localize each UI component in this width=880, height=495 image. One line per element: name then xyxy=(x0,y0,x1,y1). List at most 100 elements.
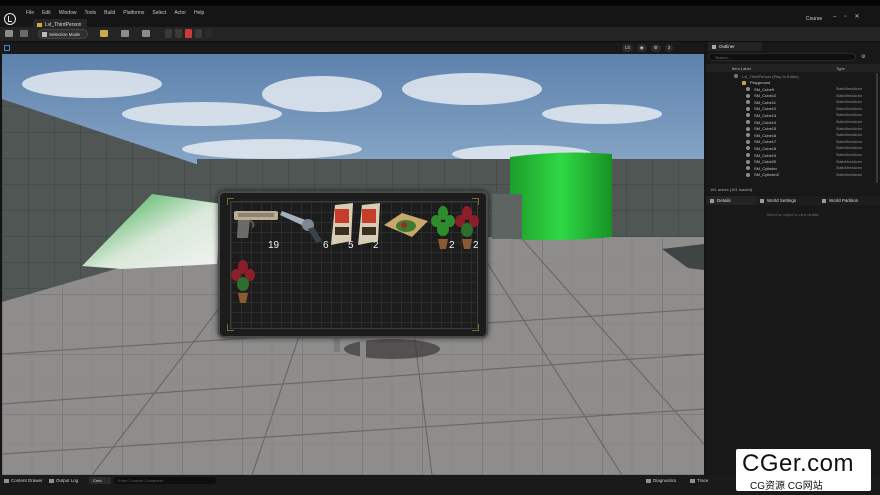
menu-select[interactable]: Select xyxy=(148,10,170,17)
content-icon[interactable] xyxy=(100,30,108,37)
selection-mode-button[interactable]: Selection Mode xyxy=(38,29,88,39)
outliner-row-type: StaticMeshActor xyxy=(836,166,863,171)
outliner-row[interactable]: SM_Cube15 StaticMeshActor xyxy=(706,126,880,132)
tab-world-settings-label: World Settings xyxy=(767,198,797,203)
outliner-folder-row[interactable]: Playground xyxy=(706,80,880,86)
outliner-scrollbar[interactable] xyxy=(876,73,878,183)
output-log-icon xyxy=(49,478,54,483)
menu-build[interactable]: Build xyxy=(100,10,119,17)
cmd-dropdown[interactable]: Cmd xyxy=(89,477,111,484)
selection-mode-label: Selection Mode xyxy=(49,31,81,37)
static-mesh-icon xyxy=(746,113,750,118)
ammo-count: 5 xyxy=(348,240,354,251)
tab-details-label: Details xyxy=(717,198,731,203)
red-plant-item[interactable] xyxy=(230,259,276,311)
outliner-row[interactable]: SM_Cube11 StaticMeshActor xyxy=(706,99,880,105)
inventory-panel: 19 6 5 2 2 2 xyxy=(218,191,488,338)
show-flags-button[interactable]: ◉ xyxy=(636,44,647,52)
camera-speed-button[interactable]: 3 xyxy=(664,44,674,52)
pause-button[interactable] xyxy=(165,29,172,38)
herb-bundle-item[interactable] xyxy=(382,211,428,263)
scalability-button[interactable]: ⚙ xyxy=(650,44,661,52)
more-button[interactable] xyxy=(205,29,212,38)
outliner-row[interactable]: SM_Cube9 StaticMeshActor xyxy=(706,86,880,92)
level-viewport[interactable]: 19 6 5 2 2 2 xyxy=(2,54,704,475)
outliner-row[interactable]: SM_Cube17 StaticMeshActor xyxy=(706,139,880,145)
menu-file[interactable]: File xyxy=(22,10,38,17)
view-mode-button[interactable]: Lit xyxy=(622,44,633,52)
outliner-tab-label: Outliner xyxy=(719,44,735,49)
diagnostics-button[interactable]: Diagnostics xyxy=(646,478,676,483)
outliner-row[interactable]: SM_Cube19 StaticMeshActor xyxy=(706,152,880,158)
character-shadow xyxy=(344,339,440,359)
red-plant-count: 2 xyxy=(473,240,479,251)
details-icon xyxy=(710,198,714,203)
static-mesh-icon xyxy=(746,146,750,151)
outliner-row-name: SM_Cube17 xyxy=(754,139,777,145)
tab-world-partition[interactable]: World Partition xyxy=(818,196,880,205)
save-icon[interactable] xyxy=(5,30,13,37)
tab-world-settings[interactable]: World Settings xyxy=(756,196,818,205)
outliner-row-name: SM_Cube12 xyxy=(754,106,777,112)
viewport-toolbar xyxy=(0,42,704,54)
revolver-item[interactable] xyxy=(278,207,324,259)
character-leg-left xyxy=(334,336,340,352)
content-drawer-label: Content Drawer xyxy=(11,478,43,483)
menu-actor[interactable]: Actor xyxy=(170,10,190,17)
menu-help[interactable]: Help xyxy=(190,10,208,17)
col-type[interactable]: Type xyxy=(836,66,845,71)
ammo-count: 2 xyxy=(373,240,379,251)
outliner-row[interactable]: SM_Cube12 StaticMeshActor xyxy=(706,106,880,112)
outliner-row[interactable]: SM_Cube14 StaticMeshActor xyxy=(706,119,880,125)
skip-button[interactable] xyxy=(175,29,182,38)
outliner-row[interactable]: SM_Cube10 StaticMeshActor xyxy=(706,93,880,99)
close-icon[interactable]: ✕ xyxy=(854,14,859,21)
outliner-row-name: SM_Cube20 xyxy=(754,159,777,165)
folder-icon xyxy=(742,80,746,85)
minimize-icon[interactable]: – xyxy=(833,14,836,21)
outliner-row-name: SM_Cube13 xyxy=(754,112,777,118)
outliner-row[interactable]: SM_Cube13 StaticMeshActor xyxy=(706,112,880,118)
outliner-row[interactable]: SM_Cylinder2 StaticMeshActor xyxy=(706,172,880,178)
output-log-button[interactable]: Output Log xyxy=(49,478,78,483)
cursor-icon xyxy=(42,31,47,37)
outliner-search-input[interactable]: Search... xyxy=(708,53,856,61)
col-item-label[interactable]: Item Label xyxy=(732,66,751,71)
details-tabs: Details World Settings World Partition xyxy=(706,196,880,205)
outliner-row[interactable]: SM_Cube20 StaticMeshActor xyxy=(706,159,880,165)
menu-edit[interactable]: Edit xyxy=(38,10,55,17)
blueprint-icon[interactable] xyxy=(121,30,129,37)
menu-tools[interactable]: Tools xyxy=(80,10,100,17)
outliner-row[interactable]: SM_Cube16 StaticMeshActor xyxy=(706,132,880,138)
outliner-tab[interactable]: Outliner xyxy=(708,42,762,51)
filter-icon[interactable]: ⚙ xyxy=(861,54,865,60)
console-input[interactable]: Enter Console Command xyxy=(114,477,216,484)
diagnostics-icon xyxy=(646,478,651,483)
outliner-root-row[interactable]: Lvl_ThirdPerson (Play In Editor) xyxy=(706,73,880,79)
outliner-row-name: SM_Cube15 xyxy=(754,126,777,132)
eject-button[interactable] xyxy=(195,29,202,38)
viewport-options-icon[interactable] xyxy=(4,45,10,51)
menu-window[interactable]: Window xyxy=(55,10,81,17)
outliner-row[interactable]: SM_Cylinder StaticMeshActor xyxy=(706,165,880,171)
menu-platforms[interactable]: Platforms xyxy=(119,10,148,17)
maximize-icon[interactable]: ▫ xyxy=(844,14,846,21)
corner-ornament xyxy=(227,198,234,205)
browse-icon[interactable] xyxy=(20,30,28,37)
watermark-subtitle: CG资源 CG网站 xyxy=(750,481,823,492)
corner-ornament xyxy=(472,198,479,205)
outliner-row[interactable]: SM_Cube18 StaticMeshActor xyxy=(706,145,880,151)
outliner-row-type: StaticMeshActor xyxy=(836,120,863,125)
revolver-icon xyxy=(280,211,322,243)
content-drawer-button[interactable]: Content Drawer xyxy=(4,478,43,483)
tab-details[interactable]: Details xyxy=(706,196,756,205)
folder-label: Playground xyxy=(750,80,771,86)
outliner-column-header: Item Label Type xyxy=(706,64,880,72)
outliner-row-name: SM_Cube14 xyxy=(754,119,777,125)
character-leg-right xyxy=(360,336,366,358)
outliner-row-name: SM_Cube11 xyxy=(754,99,776,105)
cinematics-icon[interactable] xyxy=(142,30,150,37)
trace-button[interactable]: Trace xyxy=(690,478,708,483)
stop-button[interactable] xyxy=(185,29,192,38)
trace-icon xyxy=(690,478,695,483)
